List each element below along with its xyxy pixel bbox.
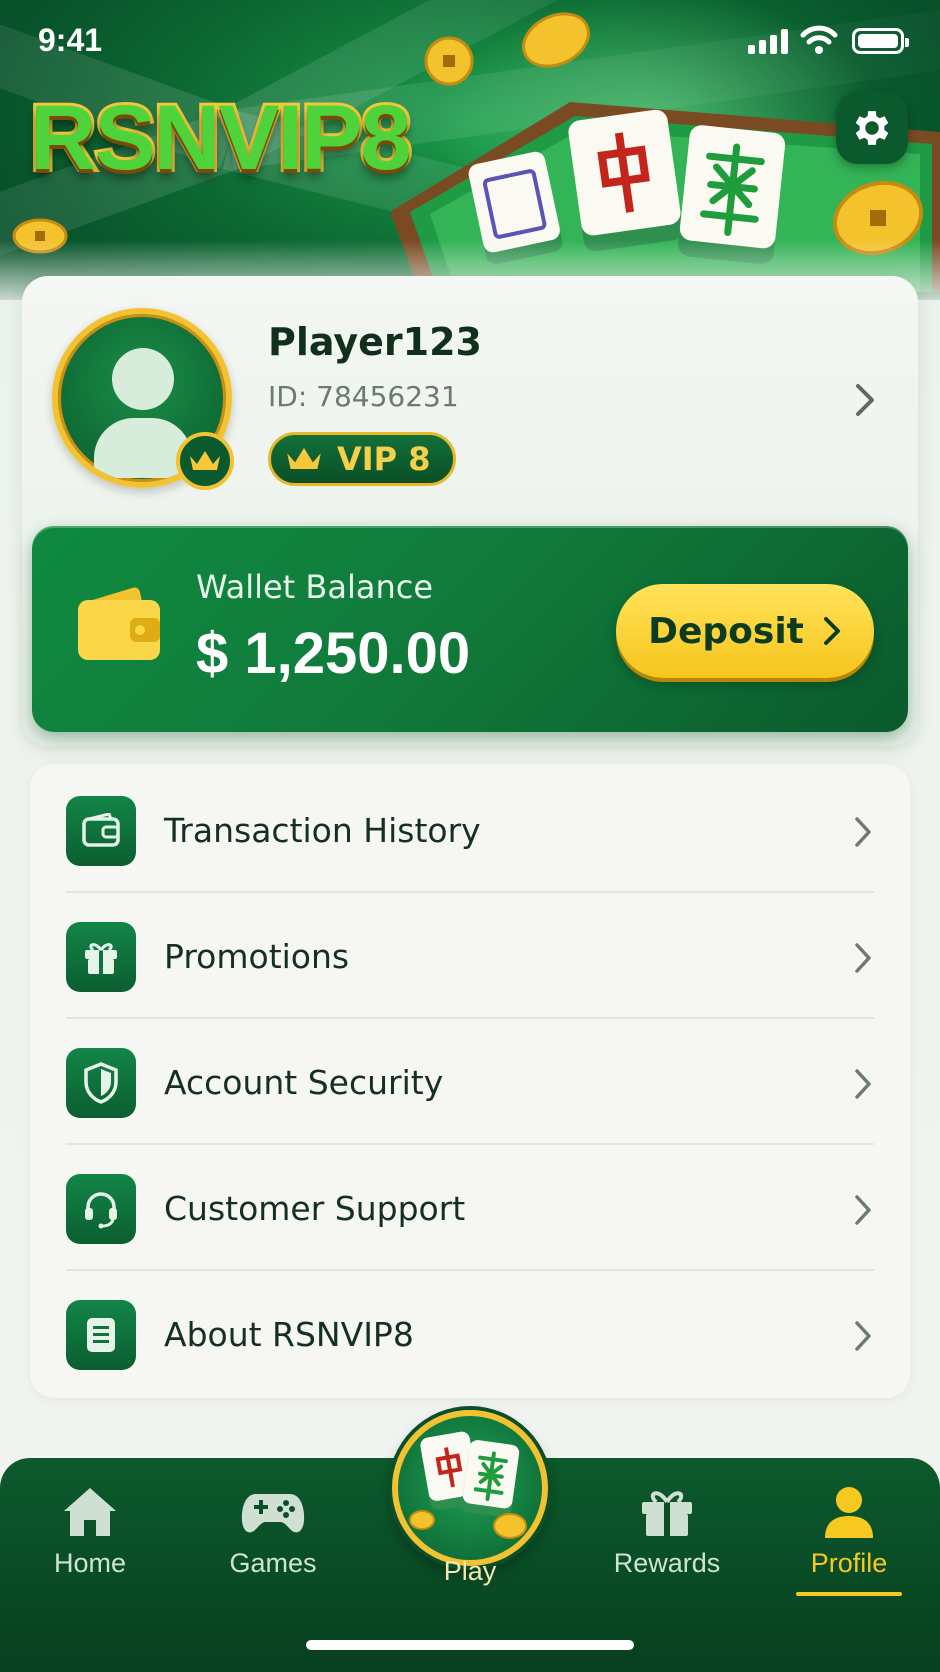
chevron-right-icon	[855, 1069, 871, 1099]
document-icon	[66, 1300, 136, 1370]
user-icon	[825, 1487, 873, 1538]
gear-icon	[855, 111, 889, 145]
vip-level-text: VIP 8	[337, 440, 431, 478]
menu-item-about[interactable]: About RSNVIP8	[30, 1270, 910, 1396]
nav-profile[interactable]: Profile	[774, 1484, 924, 1594]
player-id: ID: 78456231	[268, 380, 459, 413]
nav-label: Games	[229, 1548, 317, 1578]
nav-label: Home	[53, 1548, 127, 1578]
home-indicator[interactable]	[306, 1640, 634, 1650]
shield-icon	[66, 1048, 136, 1118]
gift-icon	[642, 1491, 692, 1536]
menu-item-customer-support[interactable]: Customer Support	[30, 1144, 910, 1271]
status-bar: 9:41	[0, 0, 940, 84]
chevron-right-icon	[855, 817, 871, 847]
nav-label: Rewards	[613, 1548, 721, 1578]
home-icon	[64, 1488, 116, 1536]
wallet-balance-label: Wallet Balance	[196, 568, 434, 606]
crown-icon	[190, 451, 220, 470]
chevron-right-icon	[855, 943, 871, 973]
gift-icon	[66, 922, 136, 992]
vip-level-badge: VIP 8	[268, 432, 456, 486]
player-name: Player123	[268, 320, 482, 364]
menu-item-account-security[interactable]: Account Security	[30, 1018, 910, 1145]
menu-item-transaction-history[interactable]: Transaction History	[30, 766, 910, 893]
menu-item-label: Transaction History	[164, 811, 481, 850]
nav-home[interactable]: Home	[15, 1484, 165, 1594]
nav-rewards[interactable]: Rewards	[592, 1484, 742, 1594]
wallet-icon	[66, 796, 136, 866]
wallet-icon	[78, 587, 160, 660]
nav-games[interactable]: Games	[198, 1484, 348, 1594]
nav-play-label[interactable]: Play	[420, 1556, 520, 1587]
settings-button[interactable]	[836, 92, 908, 164]
menu-item-label: About RSNVIP8	[164, 1315, 414, 1354]
play-button[interactable]	[392, 1410, 548, 1566]
chevron-right-icon	[855, 1321, 871, 1351]
headset-icon	[66, 1174, 136, 1244]
mahjong-tiles-icon	[409, 1431, 527, 1539]
deposit-button-label: Deposit	[648, 610, 804, 652]
chevron-right-icon	[823, 617, 840, 645]
chevron-right-icon	[855, 1195, 871, 1225]
vip-crown-badge	[176, 432, 234, 490]
menu-item-label: Customer Support	[164, 1189, 466, 1228]
gamepad-icon	[241, 1494, 305, 1533]
signal-icon	[748, 28, 790, 54]
deposit-button[interactable]: Deposit	[616, 584, 874, 678]
app-logo: RSNVIP8	[27, 87, 415, 189]
active-tab-indicator	[796, 1592, 902, 1596]
wifi-icon	[800, 25, 838, 54]
nav-label: Profile	[810, 1548, 888, 1578]
status-time: 9:41	[38, 22, 103, 58]
battery-icon	[852, 28, 909, 54]
crown-icon	[287, 447, 321, 470]
wallet-balance-amount: $ 1,250.00	[196, 621, 471, 686]
menu-item-label: Account Security	[164, 1063, 444, 1102]
menu-item-promotions[interactable]: Promotions	[30, 892, 910, 1019]
chevron-right-icon[interactable]	[852, 380, 878, 420]
menu-item-label: Promotions	[164, 937, 350, 976]
